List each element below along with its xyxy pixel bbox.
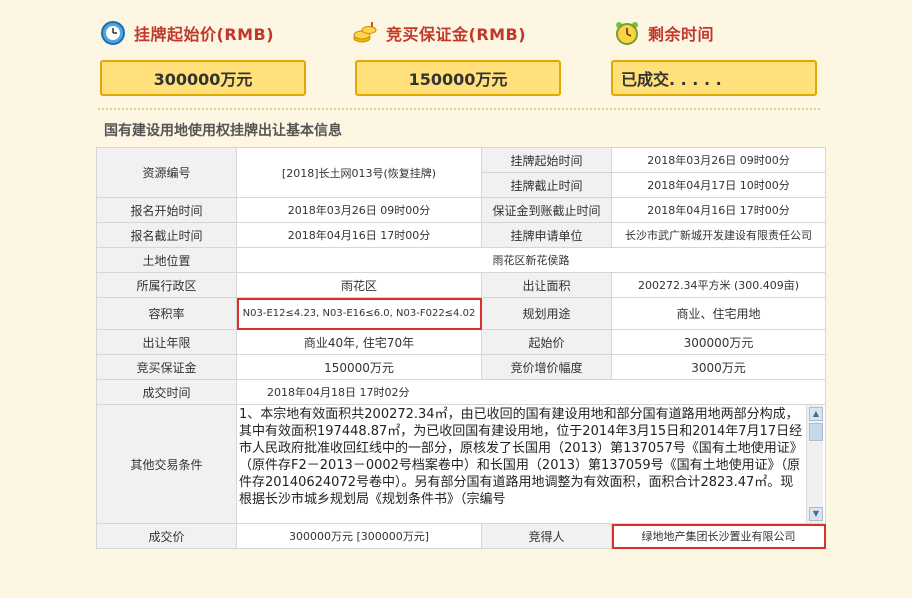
resource-no-label: 资源编号	[96, 147, 237, 198]
divider	[98, 108, 820, 110]
table-row: 所属行政区 雨花区 出让面积 200272.34平方米 (300.409亩)	[96, 272, 826, 298]
deposit-box: 150000万元	[355, 60, 561, 96]
other-label: 其他交易条件	[96, 404, 237, 524]
coins-icon	[353, 22, 377, 43]
start-price-box: 300000万元	[100, 60, 306, 96]
reg-end-value: 2018年04月16日 17时00分	[236, 222, 482, 248]
increment-value: 3000万元	[611, 354, 826, 380]
table-row: 成交时间 2018年04月18日 17时02分	[96, 379, 826, 405]
table-row: 资源编号 [2018]长土网013号(恢复挂牌) 挂牌起始时间 2018年03月…	[96, 147, 826, 198]
scroll-down-arrow-icon[interactable]: ▼	[809, 507, 823, 521]
district-label: 所属行政区	[96, 272, 237, 298]
increment-label: 竞价增价幅度	[481, 354, 612, 380]
land-info-table: 资源编号 [2018]长土网013号(恢复挂牌) 挂牌起始时间 2018年03月…	[96, 147, 826, 549]
deposit-value: 150000万元	[408, 70, 508, 89]
listing-start-value: 2018年03月26日 09时00分	[611, 147, 826, 173]
district-value: 雨花区	[236, 272, 482, 298]
other-conditions-cell: 1、本宗地有效面积共200272.34㎡，由已收回的国有建设用地和部分国有道路用…	[236, 404, 826, 524]
table-row: 容积率 N03-E12≤4.23, N03-E16≤6.0, N03-F022≤…	[96, 297, 826, 330]
far-value: N03-E12≤4.23, N03-E16≤6.0, N03-F022≤4.02	[236, 297, 482, 330]
listing-end-value: 2018年04月17日 10时00分	[611, 172, 826, 198]
remaining-header: 剩余时间	[614, 20, 714, 46]
table-row: 出让年限 商业40年, 住宅70年 起始价 300000万元	[96, 329, 826, 355]
winner-label: 竞得人	[481, 523, 612, 549]
applicant-value: 长沙市武广新城开发建设有限责任公司	[611, 222, 826, 248]
remaining-label: 剩余时间	[648, 25, 715, 44]
deposit-header: 竞买保证金(RMB)	[352, 20, 526, 46]
area-value: 200272.34平方米 (300.409亩)	[611, 272, 826, 298]
location-label: 土地位置	[96, 247, 237, 273]
scroll-thumb[interactable]	[809, 423, 823, 441]
deal-price-value: 300000万元 [300000万元]	[236, 523, 482, 549]
deal-time-label: 成交时间	[96, 379, 237, 405]
applicant-label: 挂牌申请单位	[481, 222, 612, 248]
table-row: 成交价 300000万元 [300000万元] 竞得人 绿地地产集团长沙置业有限…	[96, 523, 826, 549]
table-row: 其他交易条件 1、本宗地有效面积共200272.34㎡，由已收回的国有建设用地和…	[96, 404, 826, 524]
location-value: 雨花区新花侯路	[236, 247, 826, 273]
listing-end-label: 挂牌截止时间	[481, 172, 612, 198]
start-price-cell-value: 300000万元	[611, 329, 826, 355]
remaining-value: 已成交. . . . .	[621, 70, 722, 89]
clock-icon	[101, 21, 125, 45]
deposit-label: 竞买保证金(RMB)	[386, 25, 527, 44]
reg-start-label: 报名开始时间	[96, 197, 237, 223]
start-price-cell-label: 起始价	[481, 329, 612, 355]
start-price-header: 挂牌起始价(RMB)	[100, 20, 274, 46]
alarm-clock-icon	[616, 22, 638, 45]
table-row: 报名开始时间 2018年03月26日 09时00分 保证金到账截止时间 2018…	[96, 197, 826, 223]
reg-start-value: 2018年03月26日 09时00分	[236, 197, 482, 223]
area-label: 出让面积	[481, 272, 612, 298]
term-value: 商业40年, 住宅70年	[236, 329, 482, 355]
vertical-scrollbar[interactable]: ▲ ▼	[806, 405, 823, 523]
deposit-cell-label: 竞买保证金	[96, 354, 237, 380]
other-conditions-text: 1、本宗地有效面积共200272.34㎡，由已收回的国有建设用地和部分国有道路用…	[239, 407, 803, 507]
other-conditions-scrollbox[interactable]: 1、本宗地有效面积共200272.34㎡，由已收回的国有建设用地和部分国有道路用…	[237, 405, 823, 523]
use-label: 规划用途	[481, 297, 612, 330]
deposit-cell-value: 150000万元	[236, 354, 482, 380]
start-price-label: 挂牌起始价(RMB)	[134, 25, 275, 44]
section-title: 国有建设用地使用权挂牌出让基本信息	[104, 123, 342, 139]
resource-no-value: [2018]长土网013号(恢复挂牌)	[236, 147, 482, 198]
scroll-up-arrow-icon[interactable]: ▲	[809, 407, 823, 421]
table-row: 报名截止时间 2018年04月16日 17时00分 挂牌申请单位 长沙市武广新城…	[96, 222, 826, 248]
summary-header: 挂牌起始价(RMB) 竞买保证金(RMB) 剩余时间 300000万元 1500…	[0, 0, 912, 110]
deal-time-value: 2018年04月18日 17时02分	[236, 379, 826, 405]
reg-end-label: 报名截止时间	[96, 222, 237, 248]
deposit-deadline-value: 2018年04月16日 17时00分	[611, 197, 826, 223]
deal-price-label: 成交价	[96, 523, 237, 549]
table-row: 竞买保证金 150000万元 竞价增价幅度 3000万元	[96, 354, 826, 380]
deposit-deadline-label: 保证金到账截止时间	[481, 197, 612, 223]
start-price-value: 300000万元	[153, 70, 253, 89]
table-row: 土地位置 雨花区新花侯路	[96, 247, 826, 273]
listing-start-label: 挂牌起始时间	[481, 147, 612, 173]
far-label: 容积率	[96, 297, 237, 330]
term-label: 出让年限	[96, 329, 237, 355]
winner-value: 绿地地产集团长沙置业有限公司	[611, 523, 826, 549]
use-value: 商业、住宅用地	[611, 297, 826, 330]
remaining-box: 已成交. . . . .	[611, 60, 817, 96]
